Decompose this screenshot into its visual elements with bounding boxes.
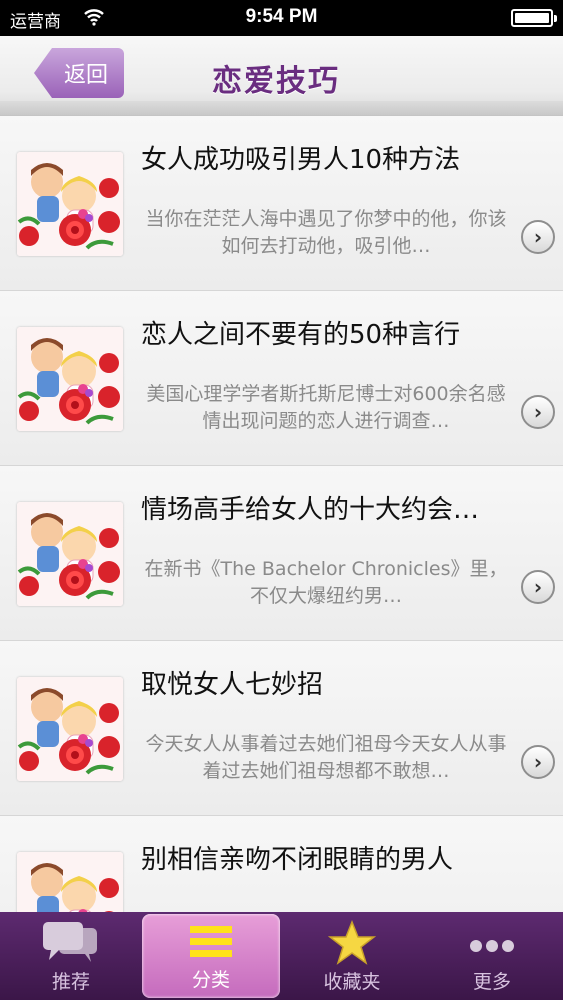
back-button[interactable]: 返回 [34,48,124,98]
page-title: 恋爱技巧 [212,64,340,99]
list-item[interactable]: 恋人之间不要有的50种言行 美国心理学学者斯托斯尼博士对600余名感情出现问题的… [0,291,563,466]
chevron-right-icon[interactable]: › [521,395,555,429]
article-summary: 当你在茫茫人海中遇见了你梦中的他，你该如何去打动他，吸引他… [145,208,507,257]
category-bars-icon [190,926,232,957]
chat-bubbles-icon [43,922,97,962]
article-list[interactable]: 女人成功吸引男人10种方法 当你在茫茫人海中遇见了你梦中的他，你该如何去打动他，… [0,116,563,912]
tab-label: 更多 [472,971,511,993]
star-icon [328,920,376,965]
article-summary: 美国心理学学者斯托斯尼博士对600余名感情出现问题的恋人进行调查… [146,383,506,432]
more-dots-icon [470,940,514,952]
tab-more[interactable]: 更多 [436,912,548,1000]
list-item[interactable]: 情场高手给女人的十大约会… 在新书《The Bachelor Chronicle… [0,466,563,641]
tab-label: 推荐 [51,971,90,993]
list-item[interactable]: 女人成功吸引男人10种方法 当你在茫茫人海中遇见了你梦中的他，你该如何去打动他，… [0,116,563,291]
couple-roses-thumbnail [17,327,123,431]
article-title: 取悦女人七妙招 [141,670,324,700]
tab-favorites[interactable]: 收藏夹 [296,912,408,1000]
couple-roses-thumbnail [17,502,123,606]
tab-recommend[interactable]: 推荐 [16,912,126,1000]
article-title: 女人成功吸引男人10种方法 [141,145,461,175]
chevron-right-icon[interactable]: › [521,220,555,254]
list-item[interactable]: 别相信亲吻不闭眼睛的男人 [0,816,563,912]
couple-roses-thumbnail [17,152,123,256]
article-title: 恋人之间不要有的50种言行 [141,320,461,350]
article-summary: 在新书《The Bachelor Chronicles》里，不仅大爆纽约男… [144,558,508,607]
navigation-bar: 返回 恋爱技巧 [0,36,563,116]
clock: 9:54 PM [245,6,318,27]
battery-icon [511,9,557,27]
tab-label: 分类 [191,969,230,991]
chevron-right-icon[interactable]: › [521,570,555,604]
article-summary: 今天女人从事着过去她们祖母今天女人从事着过去她们祖母想都不敢想… [145,733,507,782]
chevron-right-icon[interactable]: › [521,745,555,779]
tab-bar: 推荐 分类 收藏夹 更多 [0,912,563,1000]
article-title: 别相信亲吻不闭眼睛的男人 [141,845,454,875]
couple-roses-thumbnail [17,677,123,781]
tab-category[interactable]: 分类 [142,914,280,998]
list-item[interactable]: 取悦女人七妙招 今天女人从事着过去她们祖母今天女人从事着过去她们祖母想都不敢想…… [0,641,563,816]
couple-roses-thumbnail [17,852,123,912]
status-bar: 运营商 9:54 PM [0,0,563,36]
article-title: 情场高手给女人的十大约会… [141,495,480,525]
tab-label: 收藏夹 [323,971,381,993]
